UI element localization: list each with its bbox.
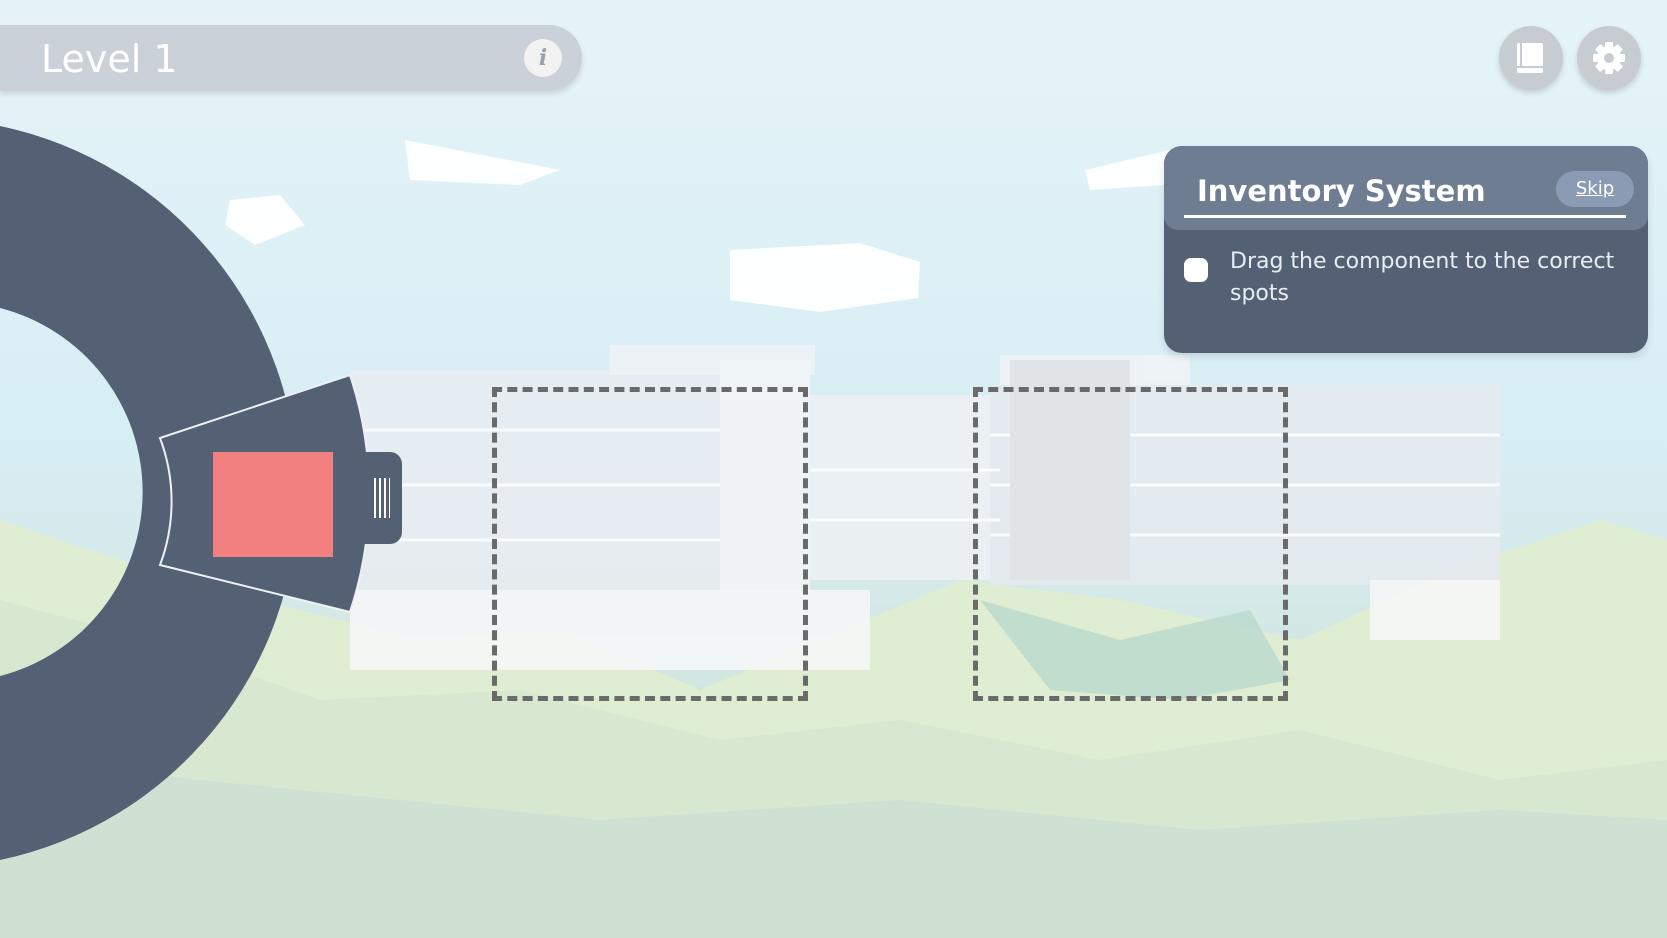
level-title: Level 1 (41, 37, 178, 81)
panel-title: Inventory System (1197, 174, 1486, 208)
level-header: Level 1 i (0, 25, 582, 91)
draggable-component[interactable] (213, 452, 333, 557)
book-icon (1517, 43, 1543, 73)
task-text: Drag the component to the correct spots (1230, 249, 1615, 306)
clouds (225, 140, 1170, 312)
panel-divider (1184, 215, 1626, 218)
panel-header: Inventory System Skip (1164, 146, 1648, 230)
drop-zone-left[interactable] (492, 387, 808, 701)
drop-zone-right[interactable] (973, 387, 1288, 701)
grip-lines-icon (374, 478, 390, 518)
gear-icon (1593, 42, 1625, 74)
info-icon[interactable]: i (524, 39, 562, 77)
objective-panel: Inventory System Skip Drag the component… (1164, 146, 1648, 353)
ring-drag-handle[interactable] (360, 452, 402, 544)
skip-button[interactable]: Skip (1556, 171, 1634, 207)
task-checkbox[interactable] (1184, 258, 1208, 282)
settings-button[interactable] (1577, 26, 1641, 90)
book-button[interactable] (1499, 26, 1563, 90)
